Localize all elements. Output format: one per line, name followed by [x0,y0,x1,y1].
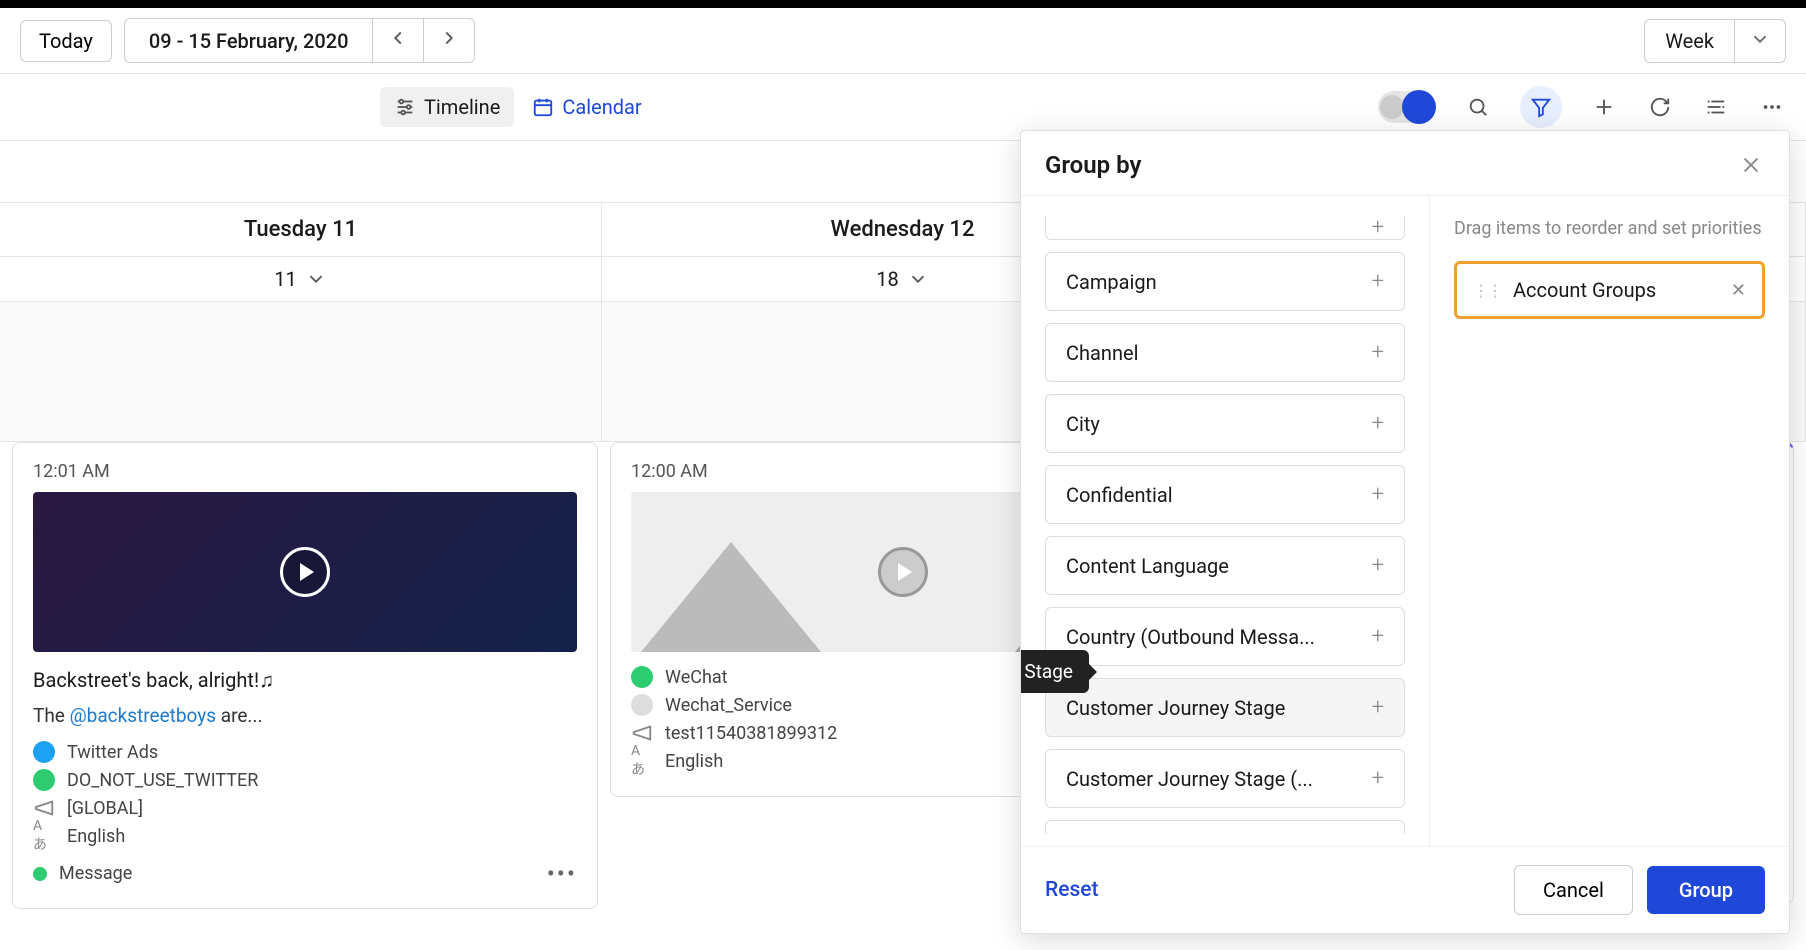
groupby-option-partial-bottom[interactable] [1045,820,1405,834]
add-button[interactable] [1590,93,1618,121]
close-panel-button[interactable] [1737,151,1765,179]
megaphone-icon [33,797,55,819]
count-value: 18 [876,267,898,291]
options-list: + Campaign+ Channel+ City+ Confidential+… [1021,196,1429,846]
prev-arrow[interactable] [372,19,423,62]
sliders-icon [394,96,416,118]
filter-button[interactable] [1520,86,1562,128]
header-bar: Today 09 - 15 February, 2020 Week [0,8,1806,74]
language-icon: Aあ [33,825,55,847]
search-button[interactable] [1464,93,1492,121]
meta-account: DO_NOT_USE_TWITTER [33,769,577,791]
settings-list-icon [1705,96,1727,118]
plus-icon [1593,96,1615,118]
account-icon [33,769,55,791]
wechat-icon [631,666,653,688]
groupby-option-customer-journey-stage-2[interactable]: Customer Journey Stage (...+ [1045,749,1405,808]
card-more-button[interactable]: ••• [547,860,577,888]
groupby-option-campaign[interactable]: Campaign+ [1045,252,1405,311]
tab-timeline[interactable]: Timeline [380,87,514,127]
card-title: Backstreet's back, alright!♫ [33,666,577,694]
groupby-option-content-language[interactable]: Content Language+ [1045,536,1405,595]
day-count-tue[interactable]: 11 [0,257,602,301]
plus-icon: + [1372,695,1384,720]
twitter-icon [33,741,55,763]
plus-icon: + [1372,766,1384,791]
plus-icon: + [1372,624,1384,649]
priority-item-account-groups[interactable]: ⋮⋮ Account Groups ✕ [1454,261,1765,319]
groupby-option-customer-journey-stage[interactable]: Customer Journey Stage+ [1045,678,1405,737]
toggle-off-knob [1380,95,1404,119]
view-range-label: Week [1645,21,1734,61]
language-icon: Aあ [631,750,653,772]
date-range-label: 09 - 15 February, 2020 [125,21,373,61]
settings-button[interactable] [1702,93,1730,121]
option-tooltip: Customer Journey Stage [1021,650,1089,693]
next-arrow[interactable] [423,19,474,62]
day-header-tuesday: Tuesday 11 [0,203,602,256]
cancel-button[interactable]: Cancel [1514,865,1633,915]
chevron-down-icon [1734,20,1785,62]
remove-priority-button[interactable]: ✕ [1731,280,1746,301]
calendar-icon [532,96,554,118]
chevron-down-icon [305,268,327,290]
tab-timeline-label: Timeline [424,95,500,119]
post-card-tuesday[interactable]: 12:01 AM Backstreet's back, alright!♫ Th… [12,442,598,909]
chevron-down-icon [907,268,929,290]
groupby-option-partial[interactable]: + [1045,216,1405,240]
reset-button[interactable]: Reset [1045,878,1099,902]
meta-status: Message [33,863,132,884]
megaphone-icon [631,722,653,744]
status-dot-icon [33,867,47,881]
view-toggle[interactable] [1378,91,1436,123]
count-value: 11 [274,267,296,291]
refresh-icon [1649,96,1671,118]
date-range-nav: 09 - 15 February, 2020 [124,18,476,63]
more-button[interactable] [1758,93,1786,121]
play-icon [878,547,928,597]
meta-language: AあEnglish [33,825,577,847]
search-icon [1467,96,1489,118]
today-button[interactable]: Today [20,20,112,62]
card-thumbnail [33,492,577,652]
refresh-button[interactable] [1646,93,1674,121]
groupby-option-country[interactable]: Country (Outbound Messa...+ [1045,607,1405,666]
priority-item-label: Account Groups [1513,278,1656,302]
chevron-right-icon [438,27,460,49]
groupby-option-channel[interactable]: Channel+ [1045,323,1405,382]
filter-icon [1530,96,1552,118]
groupby-panel: Group by + Campaign+ Channel+ City+ Conf… [1020,130,1790,934]
groupby-option-city[interactable]: City+ [1045,394,1405,453]
plus-icon: + [1372,553,1384,578]
plus-icon: + [1372,482,1384,507]
plus-icon: + [1372,340,1384,365]
card-time: 12:01 AM [33,461,577,482]
mention-link[interactable]: @backstreetboys [70,704,216,727]
priority-hint: Drag items to reorder and set priorities [1454,216,1765,241]
group-button[interactable]: Group [1647,866,1765,914]
groupby-option-confidential[interactable]: Confidential+ [1045,465,1405,524]
drag-handle-icon[interactable]: ⋮⋮ [1473,281,1501,300]
plus-icon: + [1372,411,1384,436]
chevron-left-icon [387,27,409,49]
view-range-select[interactable]: Week [1644,19,1786,63]
panel-title: Group by [1045,151,1141,179]
account-icon [631,694,653,716]
card-subtext: The @backstreetboys are... [33,704,577,727]
more-horizontal-icon [1761,96,1783,118]
tab-calendar-label: Calendar [562,95,641,119]
priority-column: Drag items to reorder and set priorities… [1429,196,1789,846]
close-icon [1740,154,1762,176]
tab-calendar[interactable]: Calendar [518,87,655,127]
plus-icon: + [1372,269,1384,294]
play-icon [280,547,330,597]
toggle-on-knob [1402,90,1436,124]
meta-channel: Twitter Ads [33,741,577,763]
meta-campaign: [GLOBAL] [33,797,577,819]
